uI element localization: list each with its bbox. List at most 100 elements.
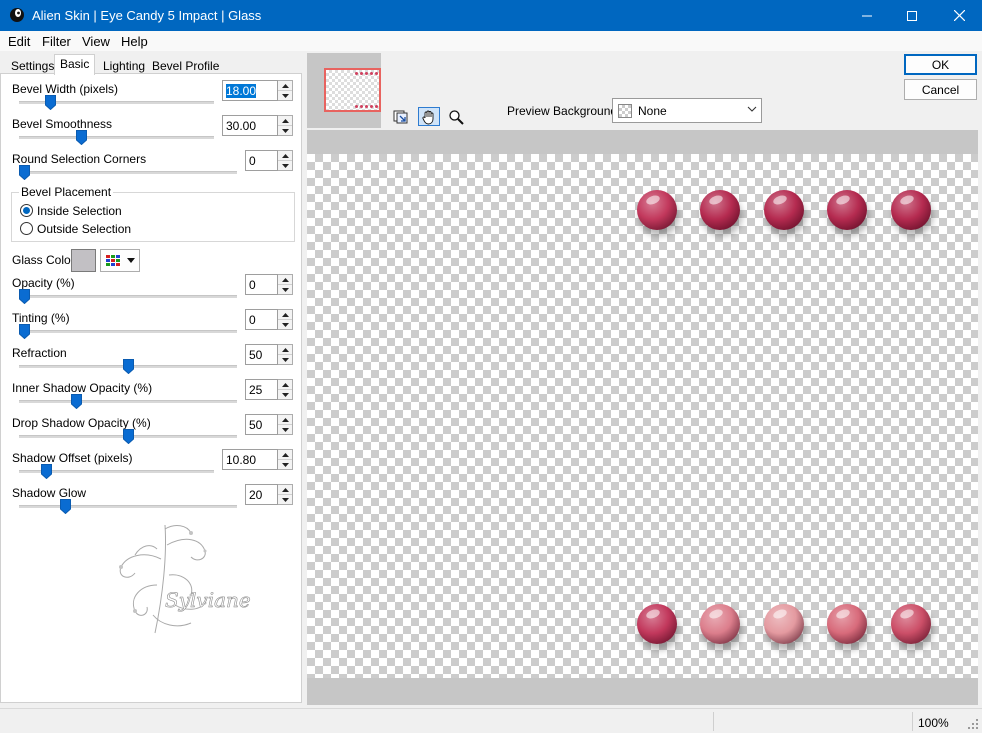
shadow-glow-spinbox[interactable]: 20 xyxy=(245,484,293,505)
tinting-slider-thumb[interactable] xyxy=(19,324,30,339)
maximize-icon[interactable] xyxy=(889,0,935,31)
bevel-smoothness-label: Bevel Smoothness xyxy=(12,117,113,131)
bevel-width-spinbox[interactable]: 18.00 xyxy=(222,80,293,101)
tinting-slider-track[interactable] xyxy=(19,330,237,333)
glass-bead-bottom-2 xyxy=(700,604,740,644)
drop-shadow-opacity-input[interactable]: 50 xyxy=(245,414,278,435)
bevel-width-slider-thumb[interactable] xyxy=(44,95,56,110)
drop-shadow-opacity-slider-thumb[interactable] xyxy=(122,429,134,444)
hand-tool[interactable] xyxy=(418,107,440,126)
bevel-width-spin-arrows[interactable] xyxy=(278,80,293,101)
tinting-value: 0 xyxy=(249,313,256,327)
window-title: Alien Skin | Eye Candy 5 Impact | Glass xyxy=(32,8,262,23)
ok-button[interactable]: OK xyxy=(904,54,977,75)
drop-shadow-opacity-value: 50 xyxy=(249,418,263,432)
tab-lighting[interactable]: Lighting xyxy=(97,56,151,74)
inner-shadow-opacity-spin-arrows[interactable] xyxy=(278,379,293,400)
refraction-spin-arrows[interactable] xyxy=(278,344,293,365)
shadow-offset-spin-arrows[interactable] xyxy=(278,449,293,470)
tinting-spinbox[interactable]: 0 xyxy=(245,309,293,330)
color-picker-button[interactable] xyxy=(100,249,140,272)
round-selection-corners-slider-track[interactable] xyxy=(19,171,237,174)
navigator-tool[interactable] xyxy=(390,107,412,126)
opacity-slider-thumb[interactable] xyxy=(19,289,30,304)
sylviane-watermark: Sylviane xyxy=(119,524,251,634)
preview-background-label: Preview Background: xyxy=(507,104,621,118)
refraction-input[interactable]: 50 xyxy=(245,344,278,365)
shadow-glow-slider-thumb[interactable] xyxy=(60,499,72,514)
bevel-smoothness-spinbox[interactable]: 30.00 xyxy=(222,115,293,136)
shadow-offset-spinbox[interactable]: 10.80 xyxy=(222,449,293,470)
tab-settings[interactable]: Settings xyxy=(5,56,60,74)
menu-filter[interactable]: Filter xyxy=(42,34,71,49)
bevel-smoothness-input[interactable]: 30.00 xyxy=(222,115,278,136)
navigator-icon xyxy=(393,110,408,123)
refraction-spinbox[interactable]: 50 xyxy=(245,344,293,365)
menu-edit[interactable]: Edit xyxy=(8,34,30,49)
inner-shadow-opacity-slider-track[interactable] xyxy=(19,400,237,403)
tinting-spin-arrows[interactable] xyxy=(278,309,293,330)
opacity-slider-track[interactable] xyxy=(19,295,237,298)
tab-basic[interactable]: Basic xyxy=(54,54,96,75)
round-selection-corners-spin-arrows[interactable] xyxy=(278,150,293,171)
round-selection-corners-spinbox[interactable]: 0 xyxy=(245,150,293,171)
inside-selection-radio[interactable] xyxy=(20,204,33,217)
inner-shadow-opacity-value: 25 xyxy=(249,383,263,397)
tinting-input[interactable]: 0 xyxy=(245,309,278,330)
transparent-swatch-icon xyxy=(618,104,632,118)
refraction-value: 50 xyxy=(249,348,263,362)
round-selection-corners-slider-thumb[interactable] xyxy=(19,165,30,180)
round-selection-corners-label: Round Selection Corners xyxy=(12,152,147,166)
bevel-smoothness-slider-thumb[interactable] xyxy=(76,130,88,145)
zoom-tool[interactable] xyxy=(445,107,467,126)
inner-shadow-opacity-spinbox[interactable]: 25 xyxy=(245,379,293,400)
opacity-input[interactable]: 0 xyxy=(245,274,278,295)
drop-shadow-opacity-spinbox[interactable]: 50 xyxy=(245,414,293,435)
refraction-slider-thumb[interactable] xyxy=(122,359,134,374)
outside-selection-label[interactable]: Outside Selection xyxy=(37,222,131,236)
inner-shadow-opacity-slider-thumb[interactable] xyxy=(70,394,82,409)
glass-color-swatch[interactable] xyxy=(71,249,96,272)
glass-color-label: Glass Color xyxy=(12,253,75,267)
status-bar: 100% xyxy=(0,708,982,733)
preview-background-select[interactable]: None xyxy=(612,98,762,123)
shadow-glow-spin-arrows[interactable] xyxy=(278,484,293,505)
outside-selection-radio[interactable] xyxy=(20,222,33,235)
shadow-glow-input[interactable]: 20 xyxy=(245,484,278,505)
minimize-icon[interactable] xyxy=(844,0,890,31)
drop-shadow-opacity-spin-arrows[interactable] xyxy=(278,414,293,435)
opacity-value: 0 xyxy=(249,278,256,292)
shadow-glow-slider-track[interactable] xyxy=(19,505,237,508)
zoom-icon xyxy=(449,109,464,125)
menu-help[interactable]: Help xyxy=(121,34,148,49)
shadow-offset-input[interactable]: 10.80 xyxy=(222,449,278,470)
bevel-smoothness-slider-track[interactable] xyxy=(19,136,214,139)
glass-bead-top-3 xyxy=(764,190,804,230)
inner-shadow-opacity-input[interactable]: 25 xyxy=(245,379,278,400)
bevel-placement-group: Bevel Placement Inside Selection Outside… xyxy=(11,185,295,242)
resize-grip-icon[interactable] xyxy=(968,719,979,730)
shadow-offset-label: Shadow Offset (pixels) xyxy=(12,451,133,465)
round-selection-corners-input[interactable]: 0 xyxy=(245,150,278,171)
tab-bevel-profile[interactable]: Bevel Profile xyxy=(146,56,225,74)
bevel-placement-legend: Bevel Placement xyxy=(19,185,114,199)
shadow-offset-slider-thumb[interactable] xyxy=(41,464,53,479)
close-icon[interactable] xyxy=(936,0,982,31)
menu-view[interactable]: View xyxy=(82,34,110,49)
color-grid-icon xyxy=(105,254,121,268)
glass-bead-bottom-1 xyxy=(637,604,677,644)
bevel-smoothness-spin-arrows[interactable] xyxy=(278,115,293,136)
navigator-frame[interactable] xyxy=(324,68,381,112)
cancel-button[interactable]: Cancel xyxy=(904,79,977,100)
preview-canvas[interactable] xyxy=(307,154,978,678)
glass-bead-bottom-4 xyxy=(827,604,867,644)
round-selection-corners-value: 0 xyxy=(249,154,256,168)
shadow-glow-value: 20 xyxy=(249,488,263,502)
shadow-offset-value: 10.80 xyxy=(226,453,257,467)
bevel-width-input[interactable]: 18.00 xyxy=(222,80,278,101)
opacity-spinbox[interactable]: 0 xyxy=(245,274,293,295)
tinting-label: Tinting (%) xyxy=(12,311,70,325)
opacity-spin-arrows[interactable] xyxy=(278,274,293,295)
shadow-glow-label: Shadow Glow xyxy=(12,486,87,500)
inside-selection-label[interactable]: Inside Selection xyxy=(37,204,122,218)
